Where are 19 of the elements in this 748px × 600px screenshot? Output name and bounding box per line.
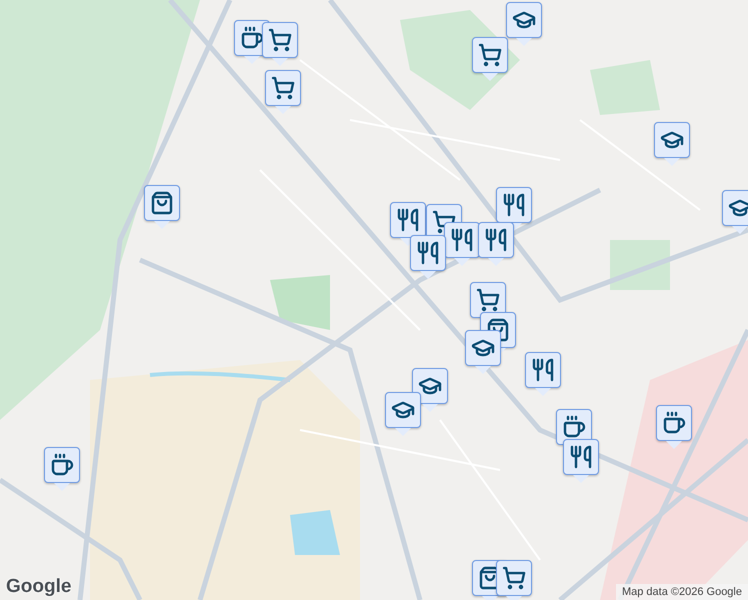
map-attribution: Map data ©2026 Google bbox=[616, 584, 748, 600]
google-logo: Google bbox=[6, 576, 72, 598]
coffee-cup-icon bbox=[50, 453, 74, 477]
fork-knife-icon bbox=[569, 445, 593, 469]
shopping-cart-icon bbox=[268, 28, 292, 52]
shopping-cart-icon bbox=[502, 566, 526, 590]
coffee-cup-icon bbox=[662, 411, 686, 435]
fork-knife-icon bbox=[396, 208, 420, 232]
fork-knife-icon bbox=[484, 228, 508, 252]
shopping-cart-icon bbox=[476, 288, 500, 312]
fork-knife-icon bbox=[502, 193, 526, 217]
coffee-cup-icon bbox=[562, 415, 586, 439]
coffee-cup-icon bbox=[240, 26, 264, 50]
fork-knife-icon bbox=[531, 358, 555, 382]
fork-knife-icon bbox=[450, 228, 474, 252]
shopping-cart-icon bbox=[271, 76, 295, 100]
fork-knife-icon bbox=[416, 241, 440, 265]
shopping-cart-icon bbox=[478, 43, 502, 67]
shopping-bag-icon bbox=[150, 191, 174, 215]
